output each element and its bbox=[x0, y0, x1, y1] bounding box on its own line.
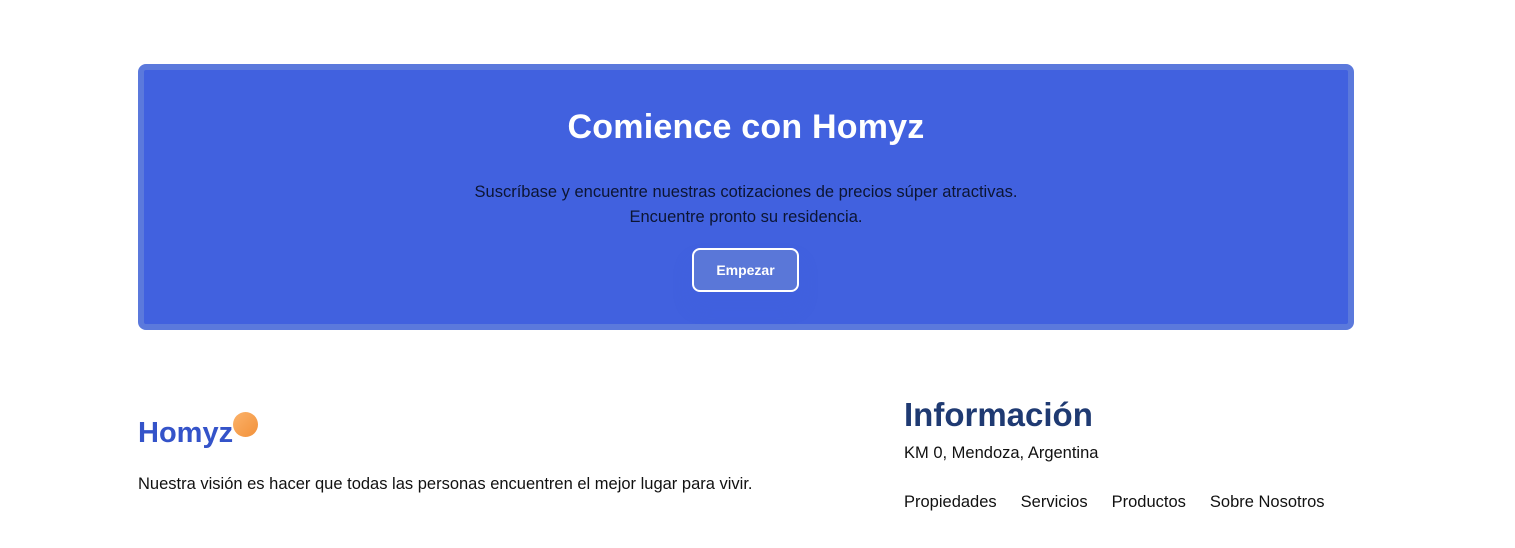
banner-subtitle: Suscríbase y encuentre nuestras cotizaci… bbox=[144, 180, 1348, 230]
link-propiedades[interactable]: Propiedades bbox=[904, 493, 997, 512]
logo-dot-icon bbox=[233, 412, 258, 437]
link-sobre-nosotros[interactable]: Sobre Nosotros bbox=[1210, 493, 1325, 512]
empezar-button[interactable]: Empezar bbox=[692, 248, 799, 292]
footer-links: Propiedades Servicios Productos Sobre No… bbox=[904, 493, 1325, 512]
info-title: Información bbox=[904, 396, 1093, 433]
brand-name: Homyz bbox=[138, 417, 234, 449]
address-text: KM 0, Mendoza, Argentina bbox=[904, 444, 1099, 462]
banner-subtitle-line-1: Suscríbase y encuentre nuestras cotizaci… bbox=[474, 183, 1018, 201]
link-servicios[interactable]: Servicios bbox=[1021, 493, 1088, 512]
banner-title: Comience con Homyz bbox=[567, 108, 925, 146]
link-productos[interactable]: Productos bbox=[1112, 493, 1186, 512]
get-started-banner: Comience con Homyz Suscríbase y encuentr… bbox=[138, 64, 1354, 330]
page: Comience con Homyz Suscríbase y encuentr… bbox=[0, 0, 1515, 548]
vision-statement: Nuestra visión es hacer que todas las pe… bbox=[138, 475, 753, 493]
banner-subtitle-line-2: Encuentre pronto su residencia. bbox=[629, 208, 863, 226]
